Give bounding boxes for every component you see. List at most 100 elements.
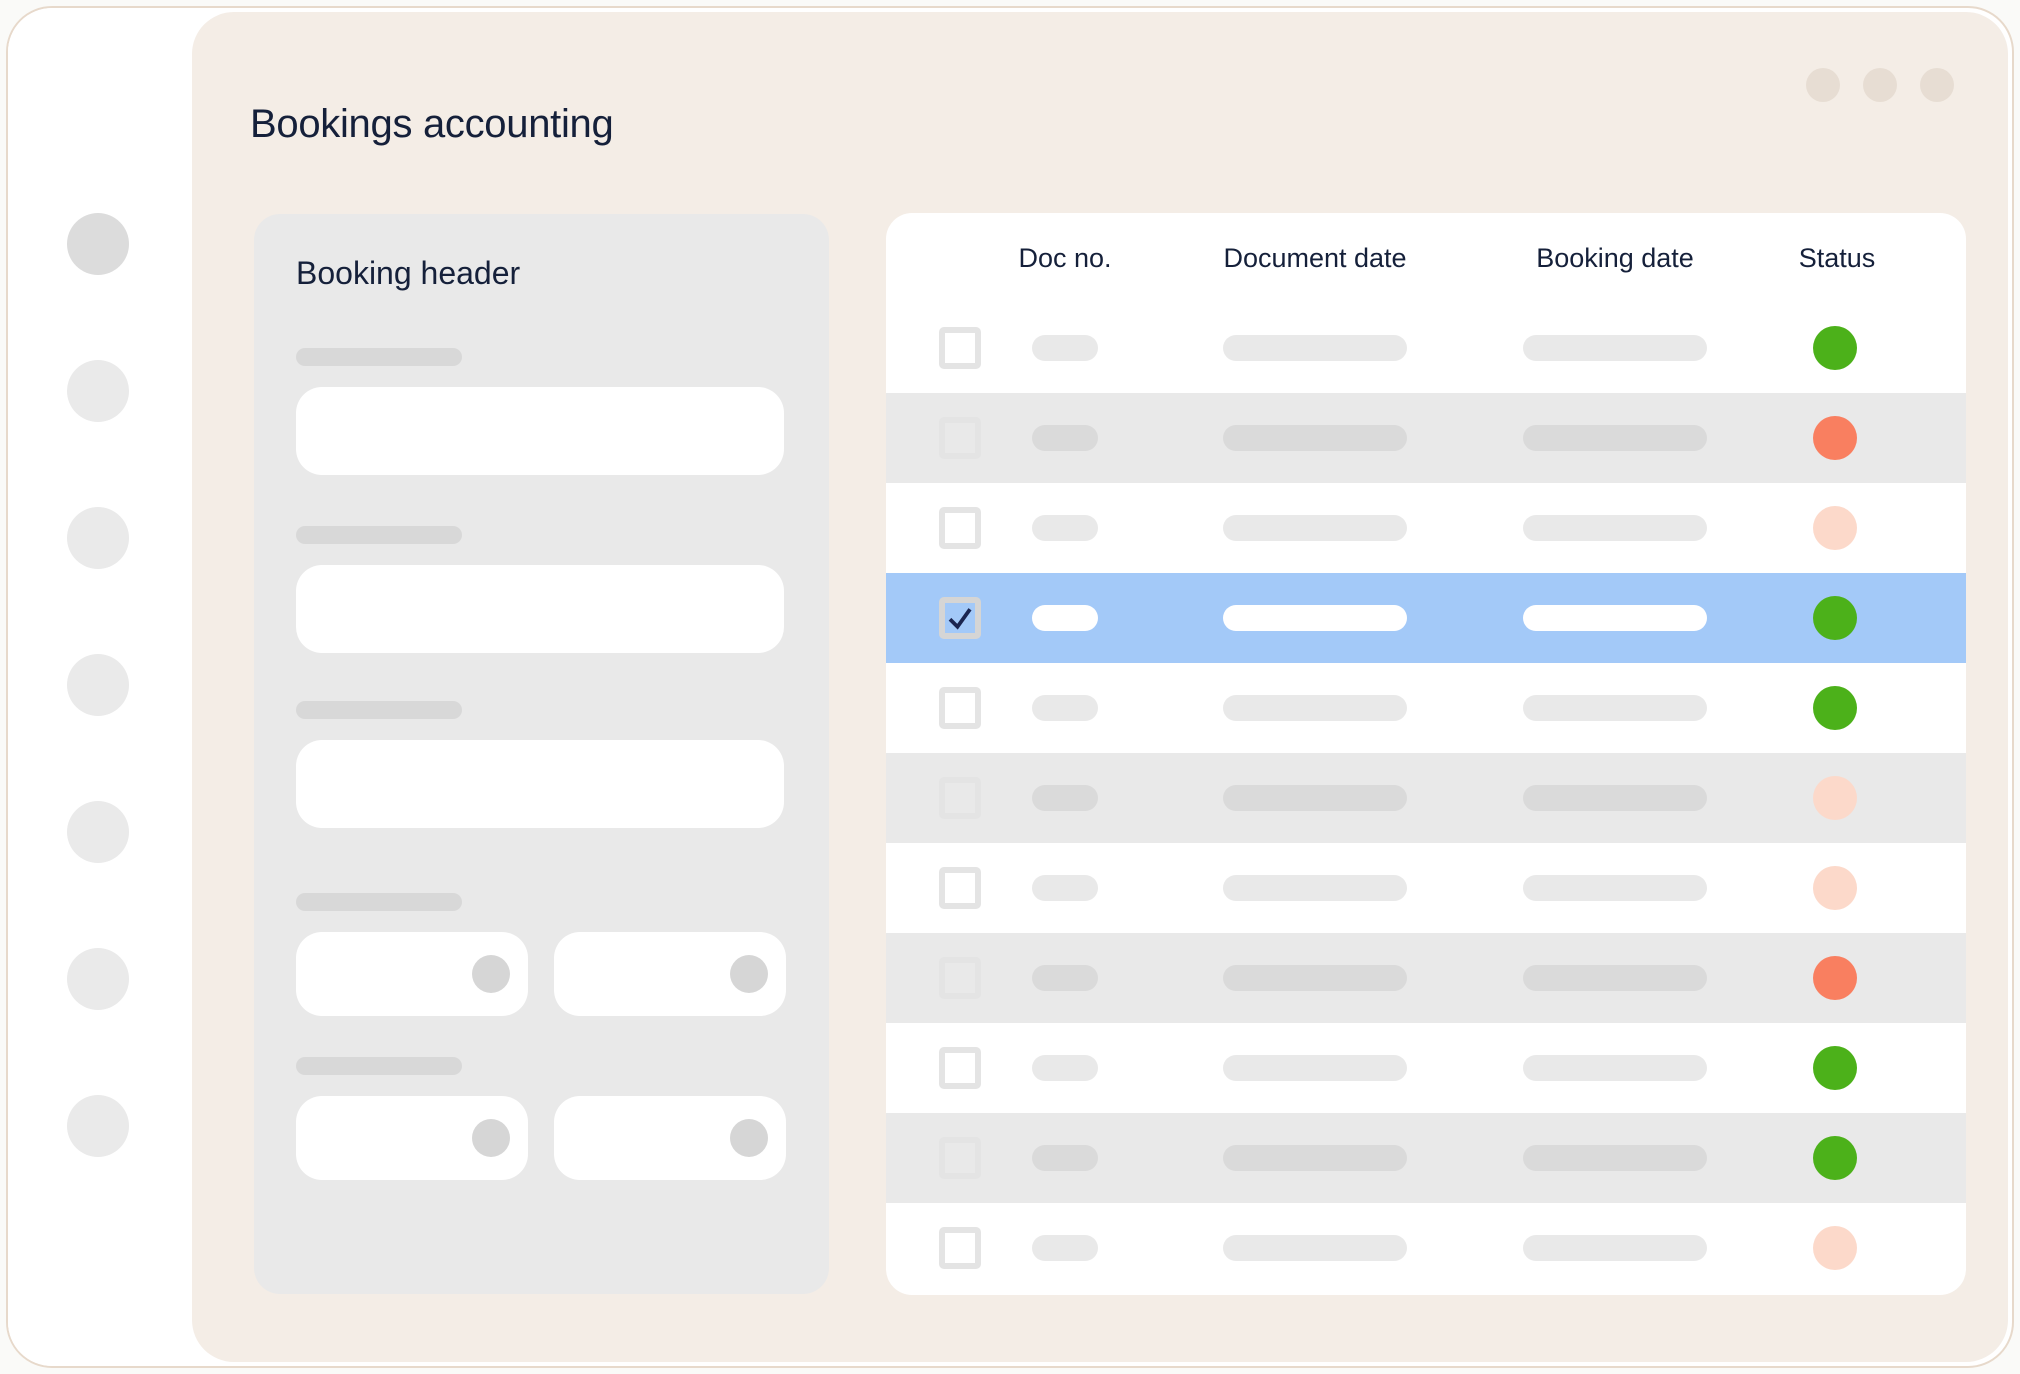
column-header-doc-no: Doc no. bbox=[1018, 213, 1111, 303]
row-checkbox[interactable] bbox=[939, 687, 981, 729]
booking-header-panel: Booking header bbox=[254, 214, 829, 1294]
doc-no-placeholder bbox=[1032, 335, 1098, 361]
status-dot-green bbox=[1813, 1136, 1857, 1180]
form-input-field[interactable] bbox=[296, 740, 784, 828]
row-checkbox[interactable] bbox=[939, 867, 981, 909]
app-logo[interactable] bbox=[47, 35, 149, 137]
doc-no-placeholder bbox=[1032, 515, 1098, 541]
document-date-placeholder bbox=[1223, 1145, 1407, 1171]
sidebar-item-1[interactable] bbox=[67, 213, 129, 275]
table-row[interactable] bbox=[886, 393, 1966, 483]
app-window: Bookings accounting Booking header Doc n… bbox=[6, 6, 2014, 1368]
doc-no-placeholder bbox=[1032, 1055, 1098, 1081]
sidebar-item-3[interactable] bbox=[67, 507, 129, 569]
status-dot-coral bbox=[1813, 956, 1857, 1000]
sidebar-item-4[interactable] bbox=[67, 654, 129, 716]
column-header-document-date: Document date bbox=[1223, 213, 1406, 303]
status-dot-pink bbox=[1813, 866, 1857, 910]
form-select-field-left[interactable] bbox=[296, 932, 528, 1016]
field-label-placeholder bbox=[296, 348, 462, 366]
row-checkbox[interactable] bbox=[939, 1047, 981, 1089]
logo-a-icon bbox=[79, 61, 117, 112]
document-date-placeholder bbox=[1223, 965, 1407, 991]
table-row[interactable] bbox=[886, 933, 1966, 1023]
status-dot-green bbox=[1813, 596, 1857, 640]
row-checkbox[interactable] bbox=[939, 957, 981, 999]
row-checkbox[interactable] bbox=[939, 1137, 981, 1179]
window-control-dot-1[interactable] bbox=[1806, 68, 1840, 102]
sidebar-item-5[interactable] bbox=[67, 801, 129, 863]
doc-no-placeholder bbox=[1032, 785, 1098, 811]
doc-no-placeholder bbox=[1032, 695, 1098, 721]
row-checkbox[interactable] bbox=[939, 507, 981, 549]
form-input-field[interactable] bbox=[296, 387, 784, 475]
status-dot-green bbox=[1813, 1046, 1857, 1090]
table-row[interactable] bbox=[886, 303, 1966, 393]
field-label-placeholder bbox=[296, 526, 462, 544]
field-label-placeholder bbox=[296, 893, 462, 911]
doc-no-placeholder bbox=[1032, 605, 1098, 631]
table-row[interactable] bbox=[886, 1023, 1966, 1113]
status-dot-coral bbox=[1813, 416, 1857, 460]
main-area: Bookings accounting Booking header Doc n… bbox=[192, 12, 2008, 1362]
form-select-field-right[interactable] bbox=[554, 932, 786, 1016]
window-controls bbox=[1806, 68, 1954, 102]
row-checkbox[interactable] bbox=[939, 327, 981, 369]
booking-panel-title: Booking header bbox=[296, 254, 520, 292]
status-dot-green bbox=[1813, 326, 1857, 370]
form-select-field-left[interactable] bbox=[296, 1096, 528, 1180]
booking-date-placeholder bbox=[1523, 785, 1707, 811]
page-title: Bookings accounting bbox=[250, 100, 613, 148]
booking-date-placeholder bbox=[1523, 965, 1707, 991]
select-knob-icon bbox=[730, 1119, 768, 1157]
document-date-placeholder bbox=[1223, 695, 1407, 721]
table-row[interactable] bbox=[886, 483, 1966, 573]
row-checkbox[interactable] bbox=[939, 417, 981, 459]
select-knob-icon bbox=[730, 955, 768, 993]
table-row[interactable] bbox=[886, 843, 1966, 933]
select-knob-icon bbox=[472, 955, 510, 993]
booking-date-placeholder bbox=[1523, 875, 1707, 901]
document-date-placeholder bbox=[1223, 1235, 1407, 1261]
row-checkbox-checked[interactable] bbox=[939, 597, 981, 639]
document-date-placeholder bbox=[1223, 335, 1407, 361]
form-input-field[interactable] bbox=[296, 565, 784, 653]
sidebar-item-2[interactable] bbox=[67, 360, 129, 422]
field-label-placeholder bbox=[296, 1057, 462, 1075]
row-checkbox[interactable] bbox=[939, 1227, 981, 1269]
sidebar-item-7[interactable] bbox=[67, 1095, 129, 1157]
booking-date-placeholder bbox=[1523, 515, 1707, 541]
document-date-placeholder bbox=[1223, 425, 1407, 451]
booking-date-placeholder bbox=[1523, 425, 1707, 451]
status-dot-pink bbox=[1813, 506, 1857, 550]
doc-no-placeholder bbox=[1032, 1235, 1098, 1261]
doc-no-placeholder bbox=[1032, 965, 1098, 991]
column-header-status: Status bbox=[1799, 213, 1876, 303]
window-control-dot-2[interactable] bbox=[1863, 68, 1897, 102]
status-dot-pink bbox=[1813, 776, 1857, 820]
booking-date-placeholder bbox=[1523, 1235, 1707, 1261]
sidebar-item-6[interactable] bbox=[67, 948, 129, 1010]
doc-no-placeholder bbox=[1032, 875, 1098, 901]
table-body bbox=[886, 303, 1966, 1293]
window-control-dot-3[interactable] bbox=[1920, 68, 1954, 102]
table-row[interactable] bbox=[886, 573, 1966, 663]
table-row[interactable] bbox=[886, 663, 1966, 753]
booking-date-placeholder bbox=[1523, 605, 1707, 631]
column-header-booking-date: Booking date bbox=[1536, 213, 1694, 303]
table-row[interactable] bbox=[886, 1113, 1966, 1203]
doc-no-placeholder bbox=[1032, 425, 1098, 451]
bookings-table: Doc no. Document date Booking date Status bbox=[886, 213, 1966, 1295]
row-checkbox[interactable] bbox=[939, 777, 981, 819]
checkmark-icon bbox=[945, 603, 975, 633]
table-row[interactable] bbox=[886, 753, 1966, 843]
table-row[interactable] bbox=[886, 1203, 1966, 1293]
sidebar bbox=[8, 8, 192, 1366]
booking-date-placeholder bbox=[1523, 1145, 1707, 1171]
select-knob-icon bbox=[472, 1119, 510, 1157]
field-label-placeholder bbox=[296, 701, 462, 719]
form-select-field-right[interactable] bbox=[554, 1096, 786, 1180]
doc-no-placeholder bbox=[1032, 1145, 1098, 1171]
document-date-placeholder bbox=[1223, 785, 1407, 811]
booking-date-placeholder bbox=[1523, 1055, 1707, 1081]
